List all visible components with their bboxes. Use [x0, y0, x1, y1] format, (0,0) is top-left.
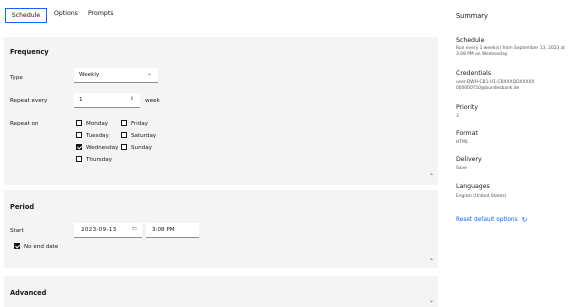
schedule-form: Schedule Options Prompts Frequency Type … — [0, 0, 442, 307]
repeat-every-label: Repeat every — [10, 98, 48, 104]
summary-delivery-value: Save — [456, 166, 467, 171]
tab-schedule[interactable]: Schedule — [5, 8, 47, 23]
tab-options-label: Options — [54, 10, 78, 17]
label-friday: Friday — [131, 121, 148, 127]
collapse-chevron-icon[interactable]: ⌃ — [429, 258, 434, 265]
start-time-input[interactable]: 3:08 PM — [146, 223, 199, 238]
reset-default-options-link[interactable]: Reset default options ↻ — [456, 216, 528, 224]
expand-chevron-icon[interactable]: ⌄ — [429, 297, 434, 304]
no-end-date-label: No end date — [24, 244, 59, 250]
repeat-every-value: 1 — [79, 97, 83, 103]
type-select-value: Weekly — [79, 72, 100, 78]
repeat-every-input[interactable]: 1 ⇕ — [74, 93, 140, 108]
repeat-every-unit: week — [145, 98, 160, 104]
label-wednesday: Wednesday — [86, 145, 119, 151]
type-label: Type — [10, 75, 23, 81]
advanced-title: Advanced — [10, 289, 47, 297]
checkbox-wednesday[interactable] — [76, 144, 82, 150]
summary-format-label: Format — [456, 130, 478, 137]
summary-credentials-value-2: 000000T10@bundesbank.de — [456, 86, 520, 91]
chevron-down-icon: ⌄ — [146, 70, 152, 77]
summary-format-value: HTML — [456, 140, 469, 145]
repeat-on-label: Repeat on — [10, 121, 39, 127]
label-monday: Monday — [86, 121, 109, 127]
checkbox-thursday[interactable] — [76, 156, 82, 162]
summary-schedule-label: Schedule — [456, 37, 485, 44]
reset-default-options-label: Reset default options — [456, 217, 518, 223]
tab-schedule-label: Schedule — [11, 12, 41, 19]
reset-icon: ↻ — [521, 216, 528, 224]
start-time-value: 3:08 PM — [152, 227, 175, 233]
tab-options[interactable]: Options — [54, 10, 78, 17]
label-sunday: Sunday — [131, 145, 152, 151]
frequency-title: Frequency — [10, 48, 49, 56]
label-thursday: Thursday — [86, 157, 113, 163]
calendar-icon[interactable]: ▭ — [132, 226, 138, 232]
checkbox-monday[interactable] — [76, 120, 82, 126]
checkbox-friday[interactable] — [121, 120, 127, 126]
collapse-chevron-icon[interactable]: ⌃ — [429, 173, 434, 180]
summary-schedule-value: Run every 1 week(s) from September 13, 2… — [456, 46, 566, 57]
summary-priority-value: 3 — [456, 114, 459, 119]
summary-credentials-label: Credentials — [456, 70, 492, 77]
summary-languages-value: English (United States) — [456, 194, 507, 199]
summary-delivery-label: Delivery — [456, 156, 482, 163]
start-label: Start — [10, 228, 24, 234]
type-select[interactable]: Weekly ⌄ — [74, 68, 158, 83]
stepper-icon[interactable]: ⇕ — [130, 96, 134, 102]
checkbox-sunday[interactable] — [121, 144, 127, 150]
tab-prompts[interactable]: Prompts — [88, 10, 113, 17]
advanced-panel: Advanced ⌄ — [4, 276, 438, 307]
checkbox-tuesday[interactable] — [76, 132, 82, 138]
summary-title: Summary — [456, 12, 488, 20]
start-date-input[interactable]: 2023-09-13 ▭ — [74, 223, 142, 238]
checkbox-saturday[interactable] — [121, 132, 127, 138]
start-date-value: 2023-09-13 — [81, 227, 117, 233]
label-saturday: Saturday — [131, 133, 157, 139]
no-end-date-checkbox[interactable] — [14, 243, 20, 249]
label-tuesday: Tuesday — [86, 133, 109, 139]
period-title: Period — [10, 203, 35, 211]
frequency-panel: Frequency Type Weekly ⌄ Repeat every 1 ⇕… — [4, 37, 438, 185]
summary-languages-label: Languages — [456, 183, 490, 190]
tab-prompts-label: Prompts — [88, 10, 114, 17]
summary-priority-label: Priority — [456, 104, 479, 111]
period-panel: Period Start 2023-09-13 ▭ 3:08 PM No end… — [4, 190, 438, 268]
